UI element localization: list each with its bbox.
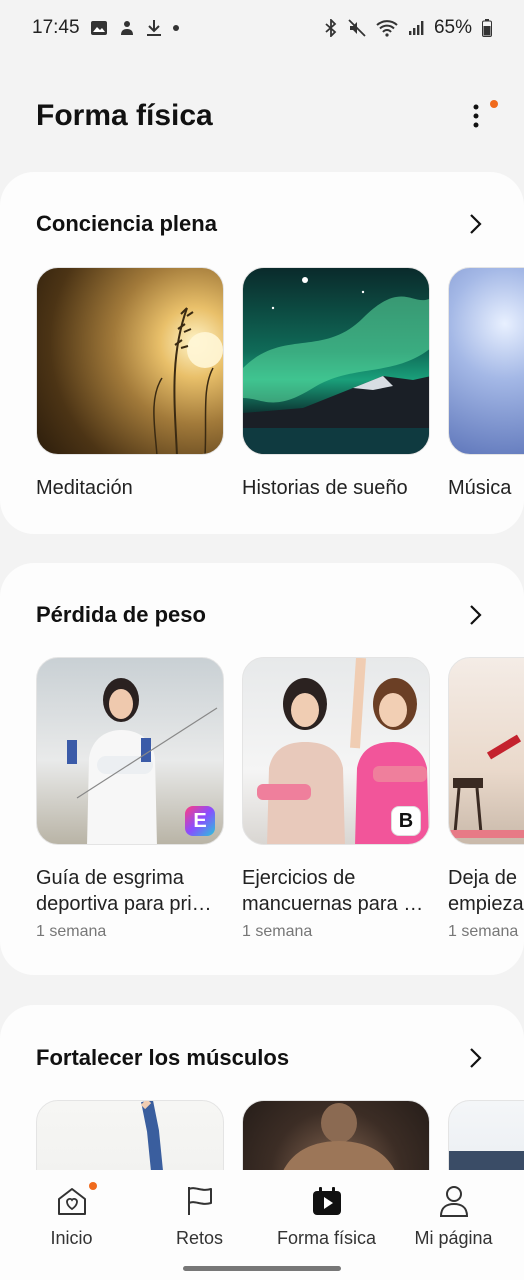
tile-music[interactable]: Música bbox=[448, 267, 524, 501]
tile-dumbbell-exercises[interactable]: B Ejercicios de mancuernas para … 1 sema… bbox=[242, 657, 430, 941]
nav-challenges[interactable]: Retos bbox=[134, 1184, 265, 1249]
tile-label: Meditación bbox=[36, 477, 133, 499]
tile-label: Guía de esgrima deportiva para pri… bbox=[36, 867, 212, 915]
fencing-thumbnail: E bbox=[36, 657, 224, 845]
tile-duration: 1 semana bbox=[36, 923, 107, 940]
nav-fitness[interactable]: Forma física bbox=[261, 1184, 392, 1249]
meditation-thumbnail bbox=[36, 267, 224, 455]
home-gesture-bar[interactable] bbox=[183, 1266, 341, 1271]
section-header[interactable]: Pérdida de peso bbox=[36, 595, 488, 635]
aurora-thumbnail bbox=[242, 267, 430, 455]
heart-home-icon bbox=[55, 1182, 97, 1218]
tile-meditation[interactable]: Meditación bbox=[36, 267, 224, 501]
tile-fencing-guide[interactable]: E Guía de esgrima deportiva para pri… 1 … bbox=[36, 657, 224, 941]
nav-label: Retos bbox=[175, 1228, 224, 1248]
chevron-right-icon[interactable] bbox=[464, 212, 488, 236]
tile-stop-start[interactable]: Deja de empieza 1 semana bbox=[448, 657, 524, 941]
flag-icon bbox=[183, 1184, 217, 1218]
music-thumbnail bbox=[448, 267, 524, 455]
brand-logo-badge: B bbox=[391, 806, 421, 836]
wifi-icon bbox=[376, 19, 398, 37]
bluetooth-icon bbox=[324, 19, 338, 37]
tile-duration: 1 semana bbox=[448, 923, 519, 940]
download-icon bbox=[146, 19, 162, 37]
chevron-right-icon[interactable] bbox=[464, 1046, 488, 1070]
more-vertical-icon bbox=[473, 104, 479, 128]
tile-label: Historias de sueño bbox=[242, 477, 408, 499]
play-calendar-icon bbox=[310, 1184, 344, 1218]
nav-home[interactable]: Inicio bbox=[6, 1182, 137, 1249]
more-options-button[interactable] bbox=[464, 96, 498, 136]
nav-label: Forma física bbox=[276, 1228, 377, 1248]
tile-label: Música bbox=[448, 477, 512, 499]
app-header: Forma física bbox=[36, 90, 498, 142]
tile-label: Ejercicios de mancuernas para … bbox=[242, 867, 424, 915]
person-icon bbox=[437, 1184, 471, 1218]
status-bar: 17:45 65% bbox=[0, 0, 524, 56]
section-header[interactable]: Fortalecer los músculos bbox=[36, 1038, 488, 1078]
signal-icon bbox=[408, 20, 424, 36]
nav-label: Mi página bbox=[414, 1228, 493, 1248]
brand-logo-badge: E bbox=[185, 806, 215, 836]
section-title: Fortalecer los músculos bbox=[36, 1045, 290, 1070]
section-header[interactable]: Conciencia plena bbox=[36, 204, 488, 244]
dumbbell-thumbnail: B bbox=[242, 657, 430, 845]
more-notifications-dot-icon bbox=[172, 24, 180, 32]
battery-icon bbox=[482, 19, 492, 37]
nav-my-page[interactable]: Mi página bbox=[388, 1184, 519, 1249]
page-title: Forma física bbox=[36, 99, 213, 132]
battery-percent: 65% bbox=[433, 17, 472, 38]
section-weight-loss: Pérdida de peso E Guía de esgrima deport… bbox=[0, 563, 524, 975]
tile-duration: 1 semana bbox=[242, 923, 313, 940]
notification-dot bbox=[88, 1182, 97, 1190]
status-time: 17:45 bbox=[32, 17, 80, 38]
bottom-navigation: Inicio Retos Forma física Mi página bbox=[0, 1170, 524, 1280]
tile-label: Deja de empieza bbox=[448, 867, 524, 915]
notification-dot bbox=[490, 100, 498, 108]
chevron-right-icon[interactable] bbox=[464, 603, 488, 627]
room-thumbnail bbox=[448, 657, 524, 845]
mute-icon bbox=[348, 19, 366, 37]
section-mindfulness: Conciencia plena Meditación Historias de… bbox=[0, 172, 524, 534]
tile-sleep-stories[interactable]: Historias de sueño bbox=[242, 267, 430, 501]
nav-label: Inicio bbox=[50, 1228, 93, 1248]
section-title: Pérdida de peso bbox=[36, 602, 206, 627]
app-notification-icon bbox=[118, 19, 136, 37]
gallery-icon bbox=[90, 19, 108, 37]
section-title: Conciencia plena bbox=[36, 211, 217, 236]
